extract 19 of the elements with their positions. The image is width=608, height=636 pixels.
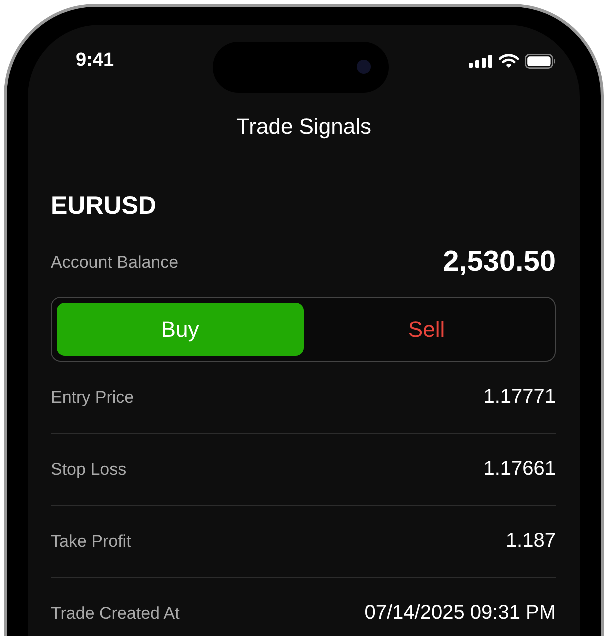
symbol-heading: EURUSD [51,192,158,221]
camera-icon [357,60,371,74]
status-time: 9:41 [76,50,114,72]
detail-label: Take Profit [51,532,132,552]
screen-title: Trade Signals [236,114,372,140]
detail-label: Stop Loss [51,460,127,480]
side-option[interactable]: Sell [304,303,550,356]
detail-label: Entry Price [51,388,134,408]
battery-icon [525,54,557,68]
balance-value: 2,530.50 [443,246,556,279]
detail-value: 1.17771 [484,386,556,409]
side-option[interactable]: Buy [57,303,304,356]
balance-label: Account Balance [51,252,179,272]
detail-label: Trade Created At [51,604,180,624]
signal-icon [469,54,493,68]
detail-value: 07/14/2025 09:31 PM [364,602,556,625]
detail-value: 1.17661 [484,458,556,481]
wifi-icon [499,54,519,68]
detail-value: 1.187 [506,530,556,553]
